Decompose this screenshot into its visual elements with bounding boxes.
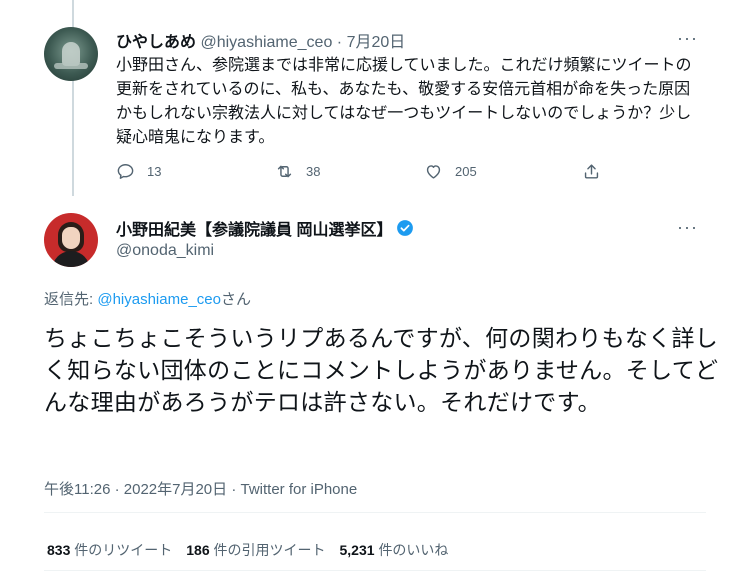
avatar-onoda-kimi[interactable]: [44, 213, 98, 267]
divider: [44, 512, 706, 513]
parent-more-icon[interactable]: ···: [677, 28, 698, 49]
share-icon: [584, 164, 599, 179]
likes-stat-count: 5,231: [339, 542, 375, 558]
parent-display-name[interactable]: ひやしあめ: [116, 34, 196, 51]
reply-to-link[interactable]: @hiyashiame_ceo: [97, 291, 221, 308]
main-display-name-row: 小野田紀美【参議院議員 岡山選挙区】: [116, 216, 414, 240]
main-handle[interactable]: @onoda_kimi: [116, 242, 214, 260]
divider: [44, 570, 706, 571]
parent-handle[interactable]: @hiyashiame_ceo: [200, 34, 332, 51]
avatar-base: [54, 63, 88, 69]
parent-action-bar: 13 38 205: [116, 162, 636, 186]
parent-tweet-text: 小野田さん、参院選までは非常に応援していました。これだけ頻繁にツイートの更新をさ…: [116, 57, 692, 146]
main-display-name[interactable]: 小野田紀美【参議院議員 岡山選挙区】: [116, 216, 392, 240]
parent-date[interactable]: 7月20日: [347, 34, 406, 51]
retweet-count: 38: [306, 164, 321, 179]
like-count: 205: [455, 164, 477, 179]
verified-badge-icon: [397, 220, 414, 236]
engagement-stats: 833 件のリツイート 186 件の引用ツイート 5,231 件のいいね: [47, 540, 448, 560]
retweets-stat-count: 833: [47, 542, 71, 558]
retweet-icon: [277, 165, 292, 178]
reply-icon: [117, 164, 134, 179]
separator-dot: ·: [336, 34, 343, 51]
share-button[interactable]: [582, 162, 601, 181]
quotes-stat[interactable]: 186 件の引用ツイート: [186, 540, 325, 560]
quotes-stat-label: 件の引用ツイート: [213, 542, 326, 558]
retweet-button[interactable]: 38: [275, 162, 320, 181]
tweet-timestamp[interactable]: 午後11:26 · 2022年7月20日 · Twitter for iPhon…: [44, 478, 357, 499]
reply-prefix: 返信先:: [44, 291, 98, 308]
retweets-stat-label: 件のリツイート: [74, 542, 173, 558]
heart-icon: [426, 165, 441, 179]
avatar-face: [62, 227, 80, 249]
main-more-icon[interactable]: ···: [677, 217, 698, 238]
like-button[interactable]: 205: [424, 162, 477, 181]
reply-count: 13: [147, 164, 162, 179]
reply-button[interactable]: 13: [116, 162, 161, 181]
likes-stat-label: 件のいいね: [378, 542, 449, 558]
retweets-stat[interactable]: 833 件のリツイート: [47, 540, 172, 560]
main-tweet-text: ちょこちょこそういうリプあるんですが、何の関わりもなく詳しく知らない団体のことに…: [44, 325, 719, 415]
replying-to: 返信先: @hiyashiame_ceoさん: [44, 288, 251, 309]
avatar-hiyashiame[interactable]: [44, 27, 98, 81]
quotes-stat-count: 186: [186, 542, 210, 558]
likes-stat[interactable]: 5,231 件のいいね: [340, 540, 449, 560]
parent-tweet-header: ひやしあめ @hiyashiame_ceo · 7月20日: [116, 28, 405, 52]
avatar-shoulders: [52, 251, 90, 267]
reply-suffix: さん: [220, 291, 251, 308]
